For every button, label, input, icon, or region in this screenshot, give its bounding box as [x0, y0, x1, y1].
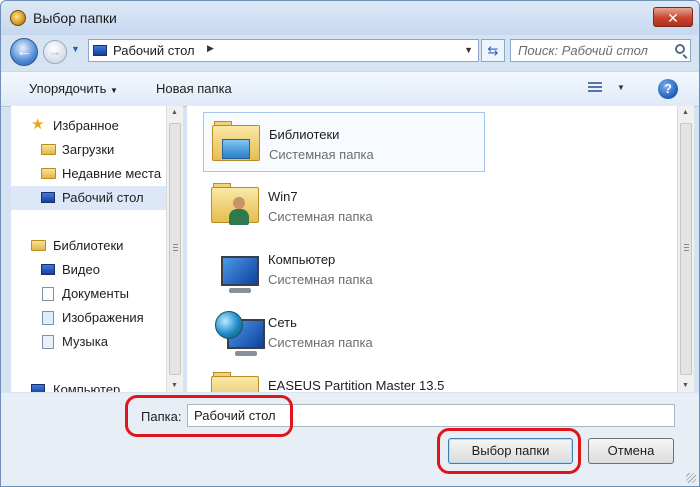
item-type: Системная папка	[269, 147, 374, 162]
recent-places-icon	[41, 168, 56, 179]
view-dropdown-icon[interactable]: ▼	[617, 83, 625, 92]
highlight-annotation	[437, 428, 581, 474]
search-input[interactable]: Поиск: Рабочий стол	[510, 39, 691, 62]
address-bar[interactable]: Рабочий стол ▶ ▼	[88, 39, 479, 62]
dialog-footer: Папка: Рабочий стол Выбор папки Отмена	[1, 393, 699, 486]
new-folder-button[interactable]: Новая папка	[156, 81, 232, 96]
chevron-down-icon: ▼	[109, 86, 118, 95]
folder-picker-dialog: Выбор папки ✕ ← → ▼ Рабочий стол ▶ ▼ ⇆ П…	[0, 0, 700, 487]
scroll-down-icon[interactable]: ▼	[682, 382, 689, 389]
breadcrumb-chevron-icon[interactable]: ▶	[207, 43, 214, 54]
list-item[interactable]: Библиотеки Системная папка	[203, 112, 485, 172]
documents-icon	[42, 287, 54, 301]
libraries-folder-icon	[212, 121, 260, 161]
window-title: Выбор папки	[33, 10, 117, 26]
sidebar-item-downloads[interactable]: Загрузки	[11, 138, 166, 162]
forward-arrow-icon[interactable]: →	[43, 40, 67, 64]
computer-icon	[211, 246, 259, 293]
downloads-folder-icon	[41, 144, 56, 155]
scrollbar-thumb[interactable]	[169, 123, 181, 375]
list-item[interactable]: Win7 Системная папка	[203, 175, 485, 235]
sidebar-item-video[interactable]: Видео	[11, 258, 166, 282]
resize-grip[interactable]	[686, 473, 696, 483]
item-name: EASEUS Partition Master 13.5	[268, 378, 445, 392]
back-arrow-icon[interactable]: ←	[10, 38, 38, 66]
close-button[interactable]: ✕	[653, 7, 693, 27]
organize-button[interactable]: Упорядочить ▼	[29, 81, 118, 96]
desktop-icon	[93, 45, 107, 56]
navigation-pane: ★ Избранное Загрузки Недавние места Рабо…	[11, 106, 166, 392]
sidebar-item-label: Недавние места	[62, 166, 162, 181]
list-item[interactable]: Сеть Системная папка	[203, 301, 485, 361]
search-placeholder: Поиск: Рабочий стол	[518, 43, 648, 58]
user-folder-icon	[211, 183, 259, 225]
help-icon[interactable]: ?	[658, 79, 678, 99]
sidebar-item-label: Компьютер	[53, 382, 121, 392]
sidebar-item-label: Изображения	[62, 310, 144, 325]
sidebar-item-computer[interactable]: Компьютер	[11, 378, 166, 392]
sidebar-item-label: Рабочий стол	[62, 190, 144, 205]
pictures-icon	[42, 311, 54, 325]
sidebar-item-label: Избранное	[53, 118, 119, 133]
scrollbar-thumb[interactable]	[680, 123, 692, 375]
sidebar-item-libraries[interactable]: Библиотеки	[11, 234, 166, 258]
sidebar-item-label: Загрузки	[62, 142, 115, 157]
sidebar-item-desktop[interactable]: Рабочий стол	[11, 186, 166, 210]
organize-label: Упорядочить	[29, 81, 107, 96]
item-name: Win7	[268, 189, 298, 204]
highlight-annotation	[125, 395, 293, 437]
network-icon	[211, 309, 265, 356]
item-name: Компьютер	[268, 252, 336, 267]
music-icon	[42, 335, 54, 349]
scroll-up-icon[interactable]: ▲	[171, 109, 178, 116]
video-icon	[41, 264, 55, 275]
sidebar-item-label: Библиотеки	[53, 238, 124, 253]
sidebar-item-label: Музыка	[62, 334, 108, 349]
list-item[interactable]: Компьютер Системная папка	[203, 238, 485, 298]
content-scrollbar[interactable]: ▲ ▼	[677, 106, 694, 392]
sidebar-item-label: Видео	[62, 262, 100, 277]
sidebar-item-documents[interactable]: Документы	[11, 282, 166, 306]
list-item[interactable]: EASEUS Partition Master 13.5	[203, 364, 485, 392]
app-icon	[10, 10, 26, 26]
item-type: Системная папка	[268, 272, 373, 287]
recent-pages-dropdown-icon[interactable]: ▼	[71, 44, 81, 54]
cancel-button[interactable]: Отмена	[588, 438, 674, 464]
sidebar-item-label: Документы	[62, 286, 130, 301]
refresh-icon[interactable]: ⇆	[481, 39, 505, 62]
folder-list: Библиотеки Системная папка Win7 Системна…	[187, 106, 677, 392]
folder-icon	[211, 372, 259, 392]
libraries-icon	[31, 240, 46, 251]
sidebar-item-pictures[interactable]: Изображения	[11, 306, 166, 330]
sidebar-scrollbar[interactable]: ▲ ▼	[166, 106, 183, 392]
scroll-up-icon[interactable]: ▲	[682, 109, 689, 116]
view-options-icon[interactable]	[588, 80, 602, 94]
desktop-icon	[41, 192, 55, 203]
navigation-bar: ← → ▼ Рабочий стол ▶ ▼ ⇆ Поиск: Рабочий …	[1, 35, 699, 67]
search-icon	[675, 44, 685, 54]
address-breadcrumb[interactable]: Рабочий стол	[113, 43, 195, 58]
sidebar-item-favorites[interactable]: ★ Избранное	[11, 114, 166, 138]
star-icon: ★	[31, 116, 45, 133]
computer-icon	[31, 384, 45, 392]
scroll-down-icon[interactable]: ▼	[171, 382, 178, 389]
item-name: Сеть	[268, 315, 297, 330]
address-dropdown-icon[interactable]: ▼	[464, 45, 473, 55]
sidebar-item-music[interactable]: Музыка	[11, 330, 166, 354]
title-bar[interactable]: Выбор папки ✕	[1, 1, 699, 35]
command-bar: Упорядочить ▼ Новая папка ▼ ?	[1, 71, 699, 107]
item-name: Библиотеки	[269, 127, 340, 142]
sidebar-item-recent-places[interactable]: Недавние места	[11, 162, 166, 186]
item-type: Системная папка	[268, 335, 373, 350]
item-type: Системная папка	[268, 209, 373, 224]
